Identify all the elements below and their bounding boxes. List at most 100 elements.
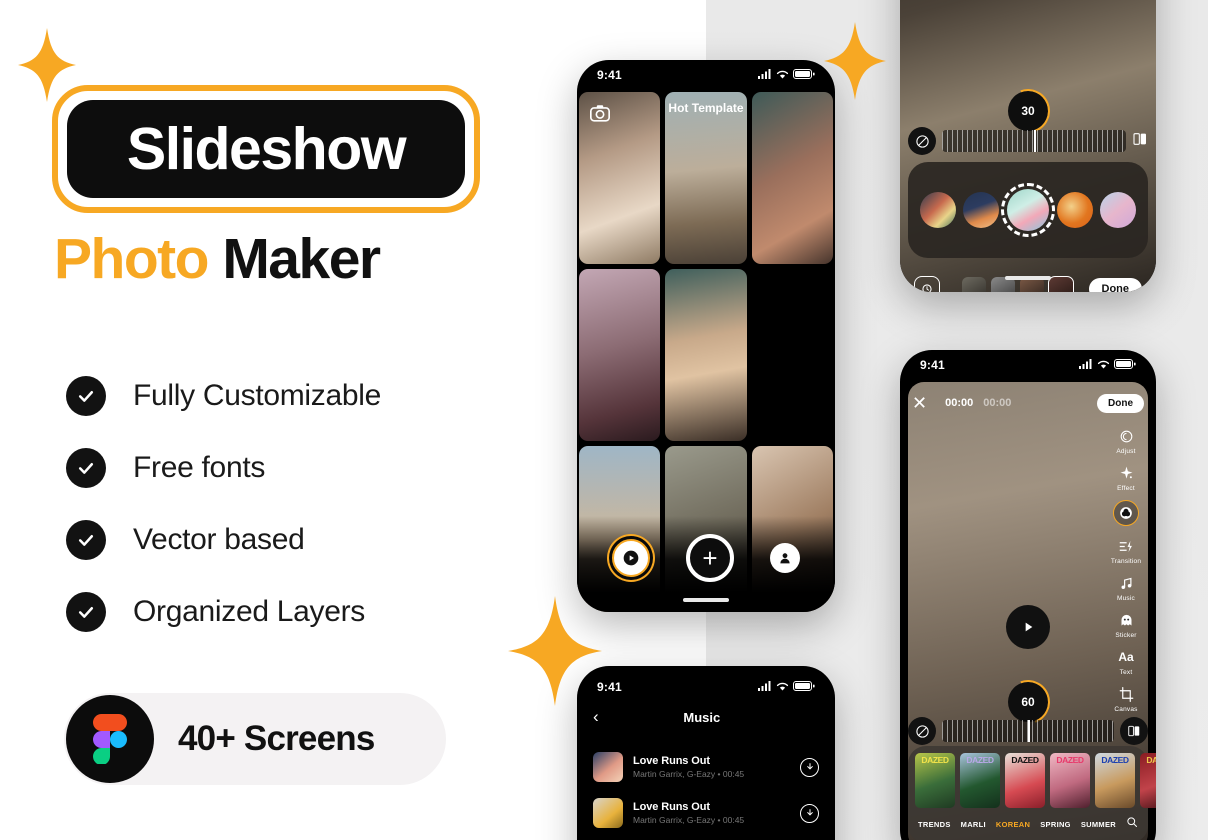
filter-rainbow[interactable] bbox=[1000, 183, 1055, 237]
feature-list: Fully Customizable Free fonts Vector bas… bbox=[66, 360, 381, 648]
tool-label: Adjust bbox=[1116, 448, 1136, 455]
tab-spring[interactable]: SPRING bbox=[1040, 820, 1071, 829]
list-item: Free fonts bbox=[66, 432, 381, 504]
cover-title: DAZED bbox=[1146, 755, 1156, 765]
profile-button[interactable] bbox=[770, 543, 800, 573]
tool-music[interactable]: Music bbox=[1115, 573, 1137, 602]
tab-korean[interactable]: KOREAN bbox=[996, 820, 1030, 829]
no-filter-icon[interactable] bbox=[908, 717, 936, 745]
battery-icon bbox=[793, 678, 815, 696]
editor-slider-row bbox=[908, 716, 1148, 746]
thumb-1[interactable] bbox=[962, 277, 986, 292]
tab-summer[interactable]: SUMMER bbox=[1081, 820, 1116, 829]
record-button[interactable] bbox=[612, 539, 650, 577]
tool-adjust[interactable]: Adjust bbox=[1115, 426, 1137, 455]
wifi-icon bbox=[776, 678, 789, 696]
intensity-dial[interactable]: 30 bbox=[1008, 91, 1048, 131]
tool-canvas[interactable]: Canvas bbox=[1114, 684, 1137, 713]
status-time: 9:41 bbox=[597, 68, 622, 82]
tool-label: Effect bbox=[1117, 485, 1135, 492]
play-icon bbox=[1025, 622, 1033, 632]
wifi-icon bbox=[1097, 356, 1110, 374]
feature-label: Free fonts bbox=[133, 451, 266, 484]
thumb-4[interactable] bbox=[1048, 276, 1074, 292]
tool-label: Canvas bbox=[1114, 706, 1138, 713]
filter-intensity-slider[interactable] bbox=[942, 130, 1126, 152]
text-aa-icon: Aa bbox=[1118, 650, 1134, 664]
phone-mockup-gallery: 9:41 Hot Template + bbox=[577, 60, 835, 612]
camera-timer-icon[interactable] bbox=[914, 276, 940, 292]
camera-icon[interactable] bbox=[589, 102, 611, 124]
list-item[interactable]: Love Runs Out Martin Garrix, G-Eazy • 00… bbox=[577, 744, 835, 790]
signal-icon bbox=[758, 66, 772, 84]
timeline-slider[interactable] bbox=[942, 720, 1114, 742]
signal-icon bbox=[1079, 356, 1093, 374]
search-icon[interactable] bbox=[1126, 815, 1138, 833]
track-title: Love Runs Out bbox=[633, 801, 710, 813]
download-icon[interactable] bbox=[800, 803, 819, 823]
sparkle-icon-medium bbox=[824, 22, 886, 100]
list-item: Organized Layers bbox=[66, 576, 381, 648]
tab-marli[interactable]: MARLI bbox=[961, 820, 986, 829]
feature-label: Vector based bbox=[133, 523, 305, 556]
tab-trends[interactable]: TRENDS bbox=[918, 820, 951, 829]
music-note-icon bbox=[1115, 573, 1137, 593]
screens-count-badge: 40+ Screens bbox=[64, 693, 446, 785]
no-filter-icon[interactable] bbox=[908, 127, 936, 155]
download-icon[interactable] bbox=[800, 757, 819, 777]
template-card[interactable] bbox=[751, 92, 833, 264]
status-bar: 9:41 bbox=[900, 350, 1156, 380]
template-cover[interactable]: DAZED bbox=[1050, 753, 1090, 808]
split-compare-icon[interactable] bbox=[1132, 131, 1148, 152]
tool-label: Text bbox=[1119, 669, 1133, 676]
time-current: 00:00 bbox=[945, 397, 974, 409]
template-cover-row: DAZED DAZED DAZED DAZED DAZED DAZED bbox=[915, 753, 1156, 808]
template-tray: DAZED DAZED DAZED DAZED DAZED DAZED bbox=[908, 746, 1156, 840]
music-title: Music bbox=[683, 709, 721, 725]
filter-sunrise[interactable] bbox=[1056, 192, 1093, 228]
check-icon bbox=[66, 592, 106, 632]
template-cover[interactable]: DAZED bbox=[1005, 753, 1045, 808]
split-compare-icon[interactable] bbox=[1120, 717, 1148, 745]
template-card[interactable] bbox=[665, 269, 747, 441]
product-title-badge: Slideshow bbox=[52, 85, 480, 213]
close-icon[interactable]: ✕ bbox=[912, 394, 927, 412]
bottom-nav: + bbox=[577, 532, 835, 584]
tool-filter[interactable] bbox=[1113, 500, 1139, 528]
template-cover[interactable]: DAZED bbox=[1095, 753, 1135, 808]
canvas-crop-icon bbox=[1115, 684, 1137, 704]
template-card[interactable] bbox=[752, 269, 833, 441]
done-button[interactable]: Done bbox=[1088, 278, 1142, 292]
list-item[interactable]: Love Runs Out Martin Garrix, G-Eazy • 00… bbox=[577, 790, 835, 836]
intensity-value: 30 bbox=[1021, 104, 1035, 118]
filter-prism[interactable] bbox=[919, 192, 956, 228]
tool-sticker[interactable]: Sticker bbox=[1115, 610, 1137, 639]
transition-icon bbox=[1115, 536, 1137, 556]
home-indicator bbox=[683, 598, 729, 602]
sticker-icon bbox=[1115, 610, 1137, 630]
template-cover[interactable]: DAZED bbox=[960, 753, 1000, 808]
template-card[interactable] bbox=[579, 92, 661, 264]
filter-bloom[interactable] bbox=[1100, 192, 1137, 228]
template-cover[interactable]: DAZED bbox=[1140, 753, 1156, 808]
filter-icon bbox=[1113, 500, 1139, 526]
template-card[interactable] bbox=[579, 269, 661, 441]
tool-label: Sticker bbox=[1115, 632, 1137, 639]
sparkle-icon-large bbox=[508, 596, 602, 706]
filter-moonlight[interactable] bbox=[963, 192, 1000, 228]
cover-title: DAZED bbox=[966, 755, 994, 765]
template-card-featured[interactable]: Hot Template bbox=[665, 92, 747, 264]
check-icon bbox=[66, 376, 106, 416]
template-cover[interactable]: DAZED bbox=[915, 753, 955, 808]
tool-transition[interactable]: Transition bbox=[1111, 536, 1141, 565]
add-button[interactable]: + bbox=[686, 534, 734, 582]
timecode: 00:00 00:00 bbox=[945, 397, 1011, 409]
play-button[interactable] bbox=[1006, 605, 1050, 649]
done-button[interactable]: Done bbox=[1097, 393, 1144, 413]
tool-text[interactable]: Aa Text bbox=[1115, 647, 1137, 676]
status-time: 9:41 bbox=[920, 358, 945, 372]
tool-effect[interactable]: Effect bbox=[1115, 463, 1137, 492]
track-meta: Martin Garrix, G-Eazy • 00:45 bbox=[633, 815, 745, 825]
time-total: 00:00 bbox=[983, 397, 1012, 409]
cover-title: DAZED bbox=[921, 755, 949, 765]
